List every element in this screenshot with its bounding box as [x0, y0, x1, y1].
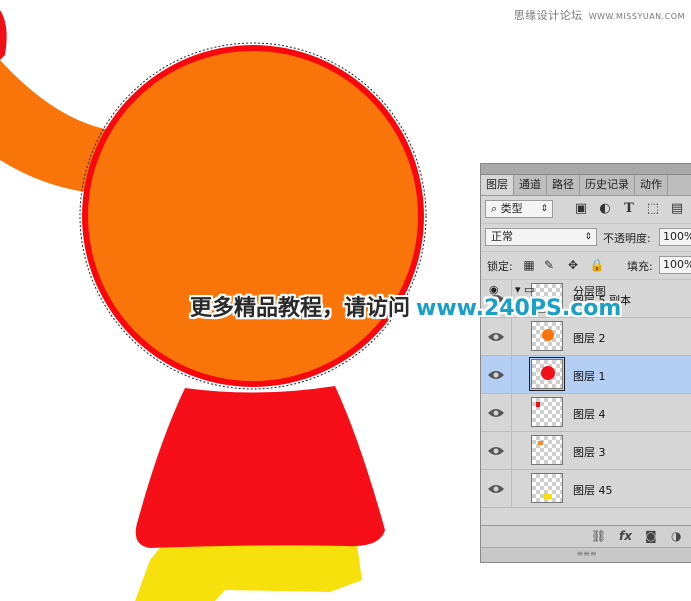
blend-row: 正常 ⇕ 不透明度: 100% [481, 224, 691, 252]
adjustment-filter-icon[interactable]: ◐ [597, 201, 613, 217]
banner-chinese-text: 更多精品教程，请访问 [190, 296, 411, 321]
lock-image-brush-icon[interactable]: ✎ [541, 257, 557, 273]
adjustment-icon[interactable]: ◑ [671, 529, 681, 543]
fill-label: 填充: [627, 260, 653, 273]
eye-icon[interactable] [487, 405, 505, 419]
watermark-banner: 更多精品教程，请访问 www.240PS.com [190, 290, 621, 322]
layer-thumbnail[interactable] [529, 357, 565, 391]
panel-resize-grip[interactable]: ≡≡≡ [481, 547, 691, 562]
eye-icon[interactable] [487, 443, 505, 457]
layer-name[interactable]: 图层 45 [573, 482, 613, 498]
filter-kind-label: 类型 [500, 202, 523, 215]
filter-row: ⌕ 类型 ⇕ ▣ ◐ T ⬚ ▤ [481, 196, 691, 224]
lock-all-icon[interactable]: 🔒 [589, 257, 605, 273]
layers-panel: 图层 通道 路径 历史记录 动作 ⌕ 类型 ⇕ ▣ ◐ T ⬚ ▤ 正常 ⇕ 不… [480, 163, 691, 563]
layer-row[interactable]: 图层 3 [481, 432, 691, 470]
tab-actions[interactable]: 动作 [635, 175, 668, 195]
mask-icon[interactable]: ◙ [645, 529, 657, 543]
layer-row[interactable]: 图层 2 [481, 318, 691, 356]
select-arrows-icon: ⇕ [584, 232, 592, 242]
eye-column-divider [511, 356, 512, 393]
type-filter-icon[interactable]: T [621, 201, 637, 217]
layer-thumbnail[interactable] [531, 397, 563, 427]
eye-column-divider [511, 432, 512, 469]
tab-paths[interactable]: 路径 [547, 175, 580, 195]
panel-grip[interactable] [481, 164, 691, 175]
watermark: 思缘设计论坛 WWW.MISSYUAN.COM [514, 7, 685, 23]
watermark-site: WWW.MISSYUAN.COM [588, 12, 685, 21]
link-icon[interactable]: ⛓ [591, 529, 606, 543]
layer-row[interactable]: 图层 4 [481, 394, 691, 432]
shape-filter-icon[interactable]: ⬚ [645, 201, 661, 217]
eye-icon[interactable] [487, 329, 505, 343]
eye-column-divider [511, 470, 512, 507]
lock-label: 锁定: [487, 260, 513, 273]
layer-row[interactable]: 图层 1 [481, 356, 691, 394]
blend-mode-value: 正常 [491, 230, 513, 243]
blend-mode-select[interactable]: 正常 ⇕ [485, 228, 597, 246]
filter-kind-select[interactable]: ⌕ 类型 ⇕ [485, 200, 553, 218]
search-icon: ⌕ [491, 202, 498, 215]
select-arrows-icon: ⇕ [540, 204, 548, 214]
tab-history[interactable]: 历史记录 [580, 175, 635, 195]
eye-column-divider [511, 318, 512, 355]
head-inner-circle [88, 51, 418, 381]
lock-transparent-icon[interactable]: ▦ [521, 257, 537, 273]
pixel-filter-icon[interactable]: ▣ [573, 201, 589, 217]
fill-input[interactable]: 100% [659, 256, 691, 274]
fx-icon[interactable]: fx [619, 529, 632, 543]
layer-thumbnail[interactable] [531, 435, 563, 465]
lock-position-move-icon[interactable]: ✥ [565, 257, 581, 273]
banner-url: www.240PS.com [416, 296, 622, 321]
opacity-label: 不透明度: [603, 232, 651, 245]
layer-name[interactable]: 图层 2 [573, 330, 606, 346]
layer-row[interactable]: 图层 45 [481, 470, 691, 508]
layer-thumbnail[interactable] [531, 473, 563, 503]
red-body-shape [135, 386, 385, 548]
eye-icon[interactable] [487, 367, 505, 381]
red-blob-shape [0, 10, 7, 60]
tab-layers[interactable]: 图层 [481, 175, 514, 195]
watermark-text: 思缘设计论坛 [513, 9, 583, 22]
layer-name[interactable]: 图层 4 [573, 406, 606, 422]
eye-icon[interactable] [487, 481, 505, 495]
tab-channels[interactable]: 通道 [514, 175, 547, 195]
eye-column-divider [511, 394, 512, 431]
panel-tabs: 图层 通道 路径 历史记录 动作 [481, 175, 691, 196]
layer-name[interactable]: 图层 1 [573, 368, 606, 384]
smart-object-filter-icon[interactable]: ▤ [669, 201, 685, 217]
opacity-input[interactable]: 100% [659, 228, 691, 246]
panel-bottom-bar: ⛓ fx ◙ ◑ [481, 525, 691, 548]
layer-name[interactable]: 图层 3 [573, 444, 606, 460]
layer-thumbnail[interactable] [531, 321, 563, 351]
